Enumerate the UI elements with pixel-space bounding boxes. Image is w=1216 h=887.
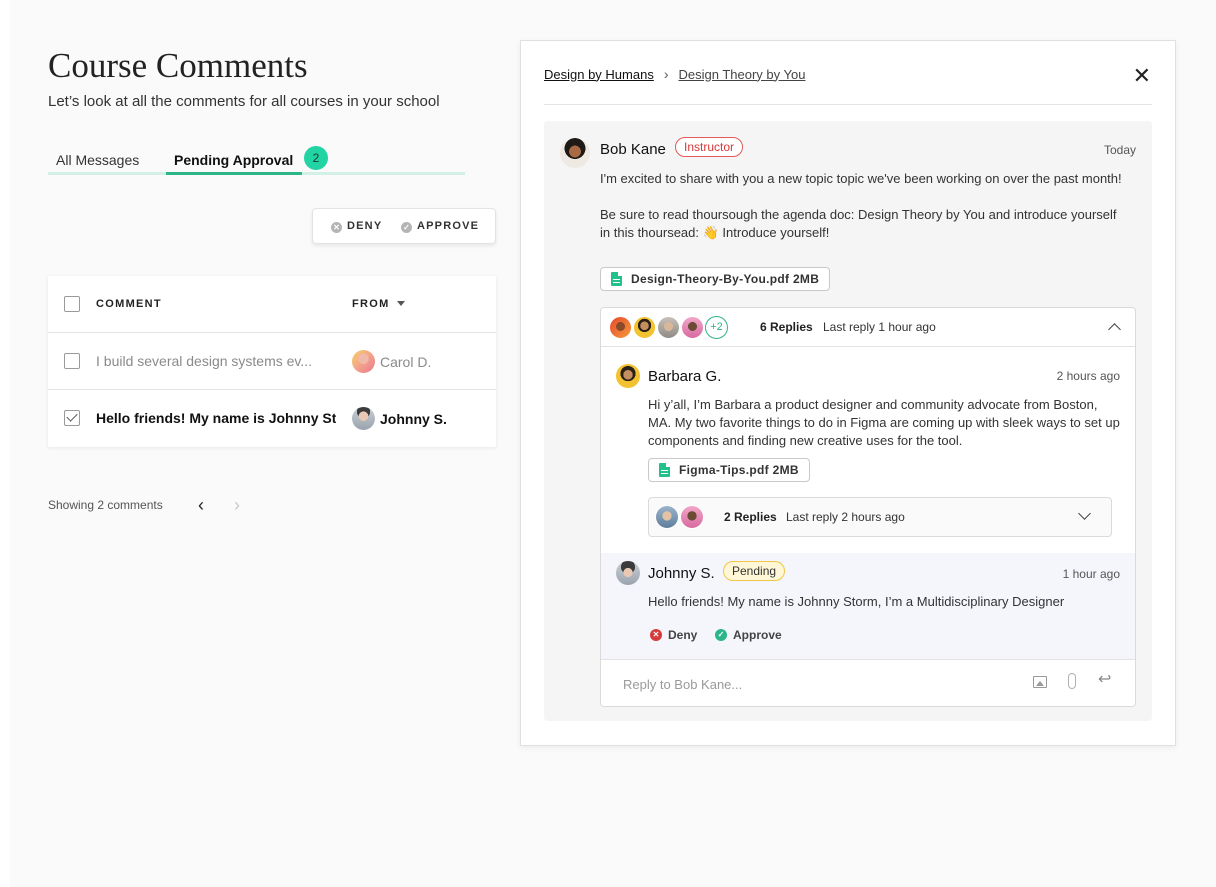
select-all-checkbox[interactable]: [64, 296, 80, 312]
tab-bar: All Messages Pending Approval 2: [48, 145, 465, 175]
attachment-chip[interactable]: Design-Theory-By-You.pdf 2MB: [600, 267, 831, 291]
paperclip-icon[interactable]: [1068, 673, 1076, 689]
replies-last: Last reply 1 hour ago: [823, 320, 936, 334]
check-icon: ✓: [401, 222, 412, 233]
comments-table: COMMENT FROM I build several design syst…: [48, 276, 496, 447]
avatar: [633, 316, 656, 339]
page-subtitle: Let’s look at all the comments for all c…: [48, 93, 440, 110]
breadcrumb: Design by Humans › Design Theory by You: [544, 66, 805, 82]
comment-detail-panel: Design by Humans › Design Theory by You …: [520, 40, 1176, 746]
approve-label: Approve: [733, 628, 782, 642]
chevron-right-icon: ›: [663, 66, 669, 82]
reply-composer: ↩: [601, 659, 1135, 706]
row-checkbox[interactable]: [64, 410, 80, 426]
next-page-icon[interactable]: ›: [234, 496, 240, 514]
avatar: [616, 561, 640, 585]
approve-button[interactable]: ✓ Approve: [715, 628, 782, 642]
reply-author: Barbara G.: [648, 368, 722, 385]
check-icon: ✓: [715, 629, 727, 641]
bulk-actions: ✕ DENY ✓ APPROVE: [312, 208, 496, 244]
active-tab-indicator: [166, 172, 302, 175]
nested-replies-count: 2 Replies: [724, 510, 777, 524]
row-comment: I build several design systems ev...: [96, 353, 313, 369]
pending-reply: Johnny S. Pending 1 hour ago Hello frien…: [601, 553, 1135, 659]
participant-avatars: [655, 505, 705, 529]
document-icon: [611, 272, 622, 286]
table-row[interactable]: Hello friends! My name is Johnny Storm J…: [48, 390, 496, 447]
pending-count-badge: 2: [304, 146, 328, 170]
avatar: [680, 505, 704, 529]
post-body: I'm excited to share with you a new topi…: [600, 170, 1130, 242]
post-paragraph: Be sure to read thoursough the agenda do…: [600, 207, 1117, 240]
avatar: [352, 407, 375, 430]
row-comment: Hello friends! My name is Johnny Storm: [96, 410, 336, 426]
document-icon: [659, 463, 670, 477]
breadcrumb-link-course[interactable]: Design by Humans: [544, 67, 654, 82]
reply-icon[interactable]: ↩: [1098, 672, 1111, 688]
showing-count: Showing 2 comments: [48, 498, 163, 512]
pending-author: Johnny S.: [648, 565, 715, 582]
pending-badge: Pending: [723, 561, 786, 581]
post-paragraph: I'm excited to share with you a new topi…: [600, 171, 1122, 186]
column-header-from[interactable]: FROM: [352, 298, 405, 310]
more-participants: +2: [705, 316, 728, 339]
avatar: [657, 316, 680, 339]
instructor-badge: Instructor: [675, 137, 744, 157]
deny-icon: ✕: [650, 629, 662, 641]
pending-time: 1 hour ago: [1062, 567, 1120, 581]
replies-count: 6 Replies: [760, 320, 813, 334]
deny-button[interactable]: ✕ Deny: [650, 628, 697, 642]
row-checkbox[interactable]: [64, 353, 80, 369]
sort-caret-icon: [396, 301, 405, 306]
column-header-comment: COMMENT: [96, 298, 162, 310]
reply-body: Hi y’all, I’m Barbara a product designer…: [648, 397, 1120, 448]
post-author: Bob Kane: [600, 141, 666, 158]
post-time: Today: [1103, 143, 1136, 157]
nested-replies-header[interactable]: 2 Replies Last reply 2 hours ago: [648, 497, 1112, 537]
image-icon[interactable]: [1033, 676, 1047, 688]
nested-replies-last: Last reply 2 hours ago: [786, 510, 905, 524]
avatar: [681, 316, 704, 339]
replies-header[interactable]: +2 6 Replies Last reply 1 hour ago: [601, 308, 1135, 347]
row-from-name: Johnny S.: [380, 410, 447, 427]
tab-all-messages[interactable]: All Messages: [56, 152, 139, 168]
bulk-approve-label: APPROVE: [417, 220, 480, 232]
deny-icon: ✕: [331, 222, 342, 233]
chevron-down-icon[interactable]: [1078, 507, 1091, 520]
bulk-deny-button[interactable]: ✕ DENY: [331, 220, 382, 233]
avatar: [560, 138, 590, 168]
breadcrumb-link-topic[interactable]: Design Theory by You: [679, 67, 806, 82]
reply-time: 2 hours ago: [1056, 369, 1120, 383]
replies-container: +2 6 Replies Last reply 1 hour ago Barba…: [600, 307, 1136, 707]
avatar: [616, 364, 640, 388]
deny-label: Deny: [668, 628, 698, 642]
chevron-up-icon[interactable]: [1108, 323, 1121, 336]
page-background: Course Comments Let’s look at all the co…: [10, 0, 1216, 887]
row-from: Carol D.: [352, 350, 431, 373]
attachment-name: Design-Theory-By-You.pdf 2MB: [631, 272, 820, 286]
row-from-name: Carol D.: [380, 353, 432, 370]
page-title: Course Comments: [48, 46, 308, 85]
from-label: FROM: [352, 298, 390, 310]
pending-body: Hello friends! My name is Johnny Storm, …: [648, 594, 1065, 609]
table-row[interactable]: I build several design systems ev... Car…: [48, 333, 496, 390]
bulk-deny-label: DENY: [347, 220, 383, 232]
attachment-name: Figma-Tips.pdf 2MB: [679, 463, 799, 477]
close-icon[interactable]: ✕: [1133, 65, 1151, 87]
reply-input[interactable]: [623, 670, 1003, 698]
previous-page-icon[interactable]: ‹: [198, 496, 204, 514]
avatar: [655, 505, 679, 529]
bulk-approve-button[interactable]: ✓ APPROVE: [401, 220, 479, 233]
attachment-chip[interactable]: Figma-Tips.pdf 2MB: [648, 458, 810, 482]
comment-thread: Bob Kane Instructor Today I'm excited to…: [544, 121, 1152, 721]
avatar: [352, 350, 375, 373]
avatar: [609, 316, 632, 339]
participant-avatars: +2: [609, 316, 728, 339]
row-from: Johnny S.: [352, 407, 447, 430]
divider: [544, 104, 1152, 105]
table-header: COMMENT FROM: [48, 276, 496, 333]
tab-pending-approval[interactable]: Pending Approval: [174, 152, 293, 168]
